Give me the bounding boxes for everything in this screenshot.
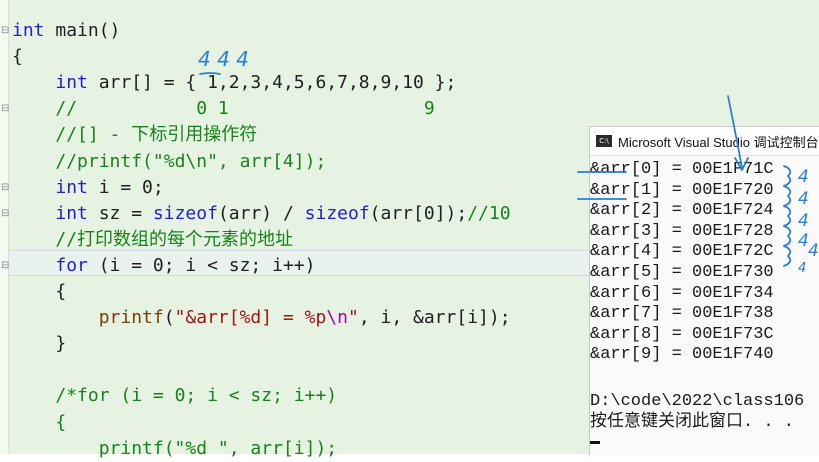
- code-line[interactable]: int arr[] = { 1,2,3,4,5,6,7,8,9,10 };: [12, 70, 456, 96]
- code-keyword: int: [12, 20, 45, 41]
- code-text: (i = 0; i < sz; i++): [87, 254, 316, 276]
- console-output: &arr[0] = 00E1F71C &arr[1] = 00E1F720 &arr…: [590, 156, 819, 445]
- code-line[interactable]: /*for (i = 0; i < sz; i++): [12, 383, 337, 409]
- code-line[interactable]: {: [12, 410, 66, 436]
- code-text: , i, &arr[i]);: [358, 307, 511, 329]
- console-output-line: &arr[0] = 00E1F71C: [590, 160, 774, 179]
- console-output-line: &arr[2] = 00E1F724: [590, 201, 774, 221]
- code-comment: //打印数组的每个元素的地址: [55, 228, 294, 250]
- fold-marker-icon[interactable]: ⊟: [1, 208, 9, 219]
- code-line[interactable]: //printf("%d\n", arr[4]);: [12, 149, 326, 175]
- code-comment: //printf("%d\n", arr[4]);: [55, 150, 327, 172]
- code-text: }: [55, 333, 67, 355]
- fold-marker-icon[interactable]: ⊟: [1, 103, 9, 114]
- console-path-line: D:\code\2022\class106: [590, 391, 805, 411]
- console-app-icon: C:\: [596, 135, 612, 147]
- console-output-line: &arr[4] = 00E1F72C: [590, 242, 774, 262]
- console-title: Microsoft Visual Studio 调试控制台: [618, 134, 819, 150]
- fold-marker-icon[interactable]: ⊟: [1, 260, 9, 271]
- code-escape: \n: [326, 307, 348, 329]
- code-line[interactable]: int sz = sizeof(arr) / sizeof(arr[0]);//…: [12, 201, 511, 227]
- code-comment: /*for (i = 0; i < sz; i++): [55, 385, 338, 407]
- console-output-line: &arr[3] = 00E1F728: [590, 221, 774, 241]
- code-keyword: int: [55, 72, 88, 94]
- code-line[interactable]: printf("&arr[%d] = %p\n", i, &arr[i]);: [12, 305, 511, 331]
- editor-gutter: [0, 0, 9, 454]
- code-line[interactable]: //打印数组的每个元素的地址: [12, 227, 293, 253]
- console-output-line: &arr[7] = 00E1F738: [590, 304, 774, 324]
- code-comment: //[] - 下标引用操作符: [55, 124, 258, 146]
- code-text: arr[] = { 1,2,3,4,5,6,7,8,9,10 };: [87, 72, 457, 94]
- code-text: sz =: [87, 202, 153, 224]
- fold-marker-icon[interactable]: ⊟: [1, 182, 9, 193]
- fold-marker-icon[interactable]: ⊟: [1, 25, 9, 36]
- code-line[interactable]: for (i = 0; i < sz; i++): [12, 253, 315, 279]
- code-text: (arr[0]);: [369, 202, 468, 224]
- code-comment: {: [55, 411, 67, 433]
- code-comment: // 0 1 9: [55, 98, 435, 120]
- code-text: {: [12, 46, 23, 68]
- code-line[interactable]: {: [12, 279, 66, 305]
- console-output-line: &arr[1] = 00E1F720: [590, 180, 774, 200]
- console-prompt-line: 按任意键关闭此窗口. . .: [590, 412, 795, 432]
- console-output-line: &arr[6] = 00E1F734: [590, 283, 774, 303]
- code-keyword: for: [55, 254, 88, 276]
- code-comment: printf("%d ", arr[i]);: [98, 437, 338, 459]
- console-output-line: &arr[9] = 00E1F740: [590, 345, 774, 365]
- code-line[interactable]: int main(): [12, 18, 120, 44]
- debug-console-window[interactable]: C:\ Microsoft Visual Studio 调试控制台 &arr[0…: [589, 126, 819, 455]
- code-keyword: int: [55, 202, 88, 224]
- code-text: {: [55, 281, 67, 302]
- code-keyword: sizeof: [152, 202, 218, 224]
- code-line[interactable]: {: [12, 44, 23, 70]
- code-line[interactable]: printf("%d ", arr[i]);: [12, 436, 337, 462]
- code-comment: //10: [467, 202, 511, 224]
- code-line[interactable]: // 0 1 9: [12, 96, 435, 122]
- code-text: (: [163, 307, 175, 329]
- console-titlebar[interactable]: C:\ Microsoft Visual Studio 调试控制台: [590, 127, 819, 156]
- code-function: printf: [98, 307, 164, 329]
- code-line[interactable]: int i = 0;: [12, 175, 164, 201]
- code-text: (arr) /: [217, 202, 305, 224]
- code-text: main(): [44, 20, 121, 41]
- console-cursor: [590, 441, 600, 445]
- code-string: "&arr[%d] = %p: [174, 307, 327, 329]
- code-line[interactable]: //[] - 下标引用操作符: [12, 122, 257, 148]
- code-keyword: sizeof: [304, 202, 370, 224]
- console-output-line: &arr[8] = 00E1F73C: [590, 324, 774, 344]
- console-output-line: &arr[5] = 00E1F730: [590, 262, 774, 282]
- code-keyword: int: [55, 176, 88, 198]
- code-text: i = 0;: [87, 176, 164, 198]
- code-string: ": [347, 307, 359, 329]
- code-line[interactable]: }: [12, 331, 66, 357]
